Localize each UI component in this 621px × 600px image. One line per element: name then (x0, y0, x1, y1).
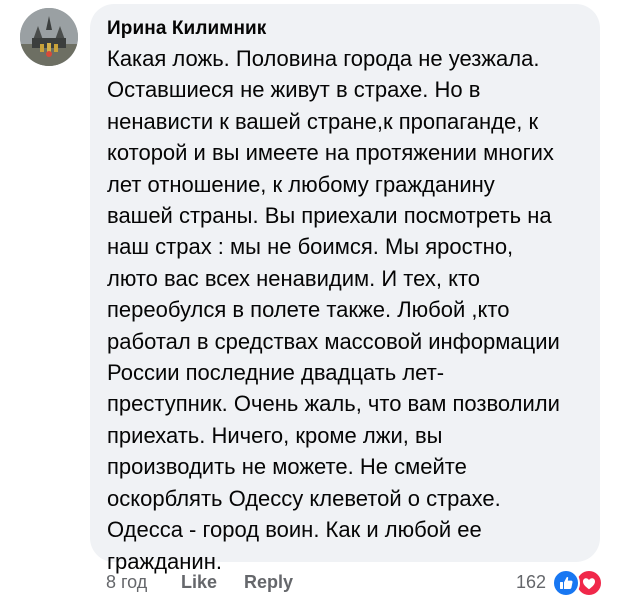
comment-line: которой и вы имеете на протяжении многих (107, 140, 554, 166)
comment-line: оскорблять Одессу клеветой о страхе. (107, 485, 501, 511)
comment-line: Оставшиеся не живут в страхе. Но в (107, 77, 481, 103)
comment-line: наш страх : мы не боимся. Мы яростно, (107, 234, 514, 260)
comment-text: Какая ложь. Половина города не уезжала. … (107, 43, 584, 577)
avatar-image (20, 8, 78, 66)
timestamp[interactable]: 8 год (106, 571, 147, 593)
comment-line: ненависти к вашей стране,к пропаганде, к (107, 108, 539, 134)
comment-line: люто вас всех ненавидим. И тех, кто (107, 265, 481, 291)
avatar[interactable] (20, 8, 78, 66)
reply-button[interactable]: Reply (244, 571, 293, 593)
author-name[interactable]: Ирина Килимник (107, 18, 584, 40)
comment-line: лет отношение, к любому гражданину (107, 171, 495, 197)
comment-bubble: Ирина Килимник Какая ложь. Половина горо… (90, 4, 600, 574)
comment-line: Какая ложь. Половина города не уезжала. (107, 46, 540, 71)
like-button[interactable]: Like (181, 571, 217, 593)
comment-line: приехать. Ничего, кроме лжи, вы (107, 422, 443, 448)
comment-line: Одесса - город воин. Как и любой ее (107, 517, 482, 543)
reaction-count[interactable]: 162 (516, 571, 546, 593)
comment-line: вашей страны. Вы приехали посмотреть на (107, 203, 552, 229)
comment-line: России последние двадцать лет- (107, 360, 445, 386)
comment-actions: 8 год Like Reply 162 (0, 568, 621, 597)
comment-line: переобулся в полете также. Любой ,кто (107, 297, 510, 323)
comment-line: работал в средствах массовой информации (107, 328, 560, 354)
like-icon[interactable] (552, 569, 580, 597)
comment-line: преступник. Очень жаль, что вам позволил… (107, 391, 560, 417)
comment-line: производить не можете. Не смейте (107, 454, 467, 480)
